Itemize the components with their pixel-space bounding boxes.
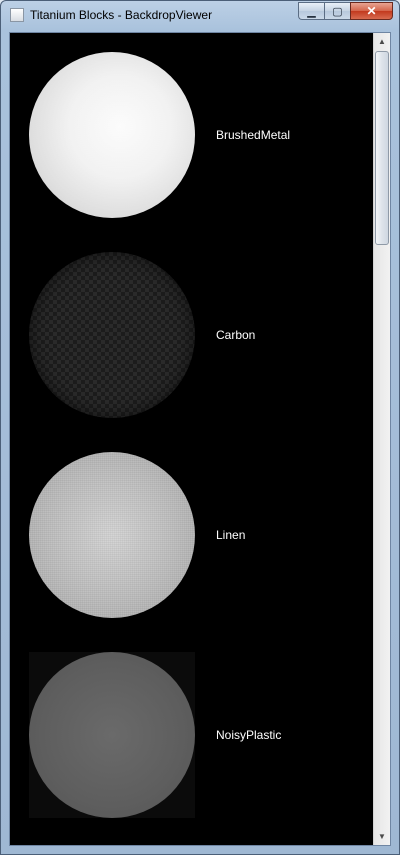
app-window: Titanium Blocks - BackdropViewer ▁ ▢ ✕ B…	[0, 0, 400, 855]
scroll-thumb[interactable]	[375, 51, 389, 245]
app-icon[interactable]	[10, 8, 24, 22]
minimize-button[interactable]: ▁	[298, 2, 324, 20]
vertical-scrollbar[interactable]: ▲ ▼	[373, 33, 390, 845]
backdrop-label: Carbon	[216, 328, 256, 342]
scroll-down-button[interactable]: ▼	[374, 828, 390, 845]
maximize-button[interactable]: ▢	[324, 2, 350, 20]
list-item[interactable]: Carbon	[10, 233, 375, 433]
brushed-metal-swatch	[29, 52, 195, 218]
backdrop-label: BrushedMetal	[216, 128, 291, 142]
maximize-icon: ▢	[332, 5, 343, 18]
list-item[interactable]: NoisyPlastic	[10, 633, 375, 833]
noisy-plastic-swatch	[29, 652, 195, 818]
caption-buttons: ▁ ▢ ✕	[298, 2, 393, 21]
arrow-down-icon: ▼	[378, 832, 386, 841]
backdrop-label: Linen	[216, 528, 246, 542]
backdrop-label: NoisyPlastic	[216, 728, 282, 742]
arrow-up-icon: ▲	[378, 37, 386, 46]
linen-swatch	[29, 452, 195, 618]
minimize-icon: ▁	[307, 5, 316, 18]
close-button[interactable]: ✕	[350, 2, 393, 20]
window-title: Titanium Blocks - BackdropViewer	[30, 8, 213, 22]
backdrop-list: BrushedMetal Carbon Linen NoisyPlastic ▲…	[9, 32, 391, 846]
title-bar[interactable]: Titanium Blocks - BackdropViewer ▁ ▢ ✕	[1, 1, 399, 27]
scroll-up-button[interactable]: ▲	[374, 33, 390, 50]
list-item[interactable]: Linen	[10, 433, 375, 633]
carbon-swatch	[29, 252, 195, 418]
list-item[interactable]: BrushedMetal	[10, 33, 375, 233]
close-icon: ✕	[366, 4, 377, 18]
